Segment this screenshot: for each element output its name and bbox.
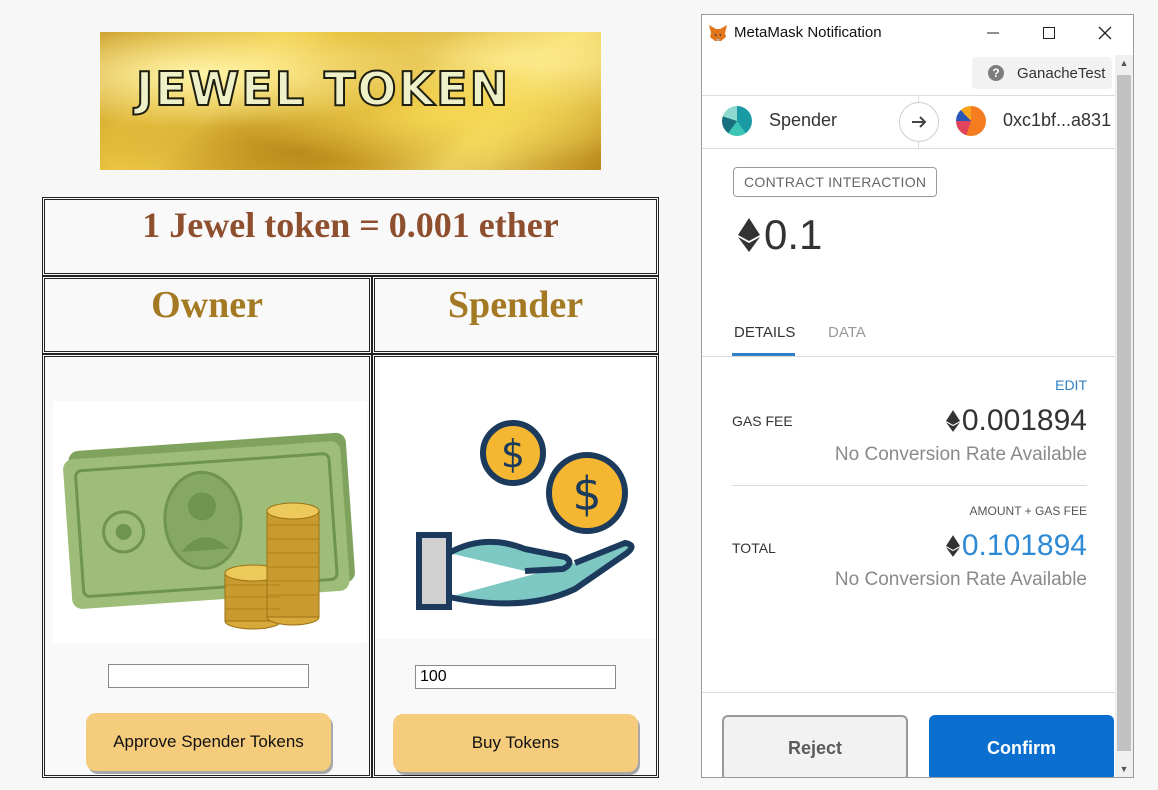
buy-tokens-button[interactable]: Buy Tokens xyxy=(393,714,638,772)
exchange-rate: 1 Jewel token = 0.001 ether xyxy=(142,205,559,245)
to-account-address: 0xc1bf...a831 xyxy=(1003,110,1112,130)
gas-fee-label: GAS FEE xyxy=(732,413,793,429)
spender-title: Spender xyxy=(447,284,584,326)
arrow-right-icon xyxy=(899,102,939,142)
total-label: TOTAL xyxy=(732,540,776,556)
ethereum-icon xyxy=(738,218,760,252)
banner-title: JEWEL TOKEN xyxy=(135,61,511,117)
scroll-down-icon[interactable]: ▼ xyxy=(1115,761,1133,777)
edit-gas-link[interactable]: EDIT xyxy=(1055,377,1087,393)
rate-cell: 1 Jewel token = 0.001 ether xyxy=(42,197,659,276)
owner-title: Owner xyxy=(151,284,263,326)
svg-text:$: $ xyxy=(501,432,525,476)
close-icon[interactable] xyxy=(1077,15,1133,51)
divider xyxy=(732,485,1087,486)
owner-amount-input[interactable] xyxy=(108,664,309,688)
help-icon: ? xyxy=(988,65,1004,81)
ethereum-icon xyxy=(945,410,960,432)
metamask-window: MetaMask Notification ? GanacheTest Spen… xyxy=(701,14,1134,778)
total-conversion: No Conversion Rate Available xyxy=(834,569,1087,590)
from-account-name: Spender xyxy=(769,110,838,130)
svg-text:$: $ xyxy=(572,467,601,521)
reject-button[interactable]: Reject xyxy=(722,715,908,777)
title-bar: MetaMask Notification xyxy=(702,15,1133,51)
approve-spender-tokens-button[interactable]: Approve Spender Tokens xyxy=(86,713,331,771)
tab-details[interactable]: DETAILS xyxy=(734,324,795,341)
network-selector[interactable]: ? GanacheTest xyxy=(972,57,1112,89)
gas-fee-conversion: No Conversion Rate Available xyxy=(834,444,1087,465)
transaction-amount: 0.1 xyxy=(738,211,822,259)
jewel-token-banner: JEWEL TOKEN xyxy=(100,32,601,170)
amount-plus-gas-caption: AMOUNT + GAS FEE xyxy=(969,504,1087,518)
account-row: Spender 0xc1bf...a831 xyxy=(702,95,1115,149)
contract-interaction-badge: CONTRACT INTERACTION xyxy=(733,167,938,197)
spender-body-cell: $ $ Buy Tokens xyxy=(372,354,659,778)
money-cash-image xyxy=(53,401,367,643)
gas-fee-value-row: 0.001894 xyxy=(945,404,1087,438)
confirm-button[interactable]: Confirm xyxy=(929,715,1114,777)
minimize-icon[interactable] xyxy=(965,15,1021,51)
window-title: MetaMask Notification xyxy=(734,24,882,41)
details-tabs: DETAILS DATA xyxy=(702,320,1115,357)
scrollbar[interactable]: ▲ ▼ xyxy=(1115,55,1133,777)
spender-header-cell: Spender xyxy=(372,276,659,354)
maximize-icon[interactable] xyxy=(1021,15,1077,51)
network-name: GanacheTest xyxy=(1017,65,1106,82)
owner-body-cell: Approve Spender Tokens xyxy=(42,354,372,778)
footer-divider xyxy=(702,692,1115,693)
scroll-thumb[interactable] xyxy=(1117,75,1131,751)
tab-data[interactable]: DATA xyxy=(828,324,866,341)
scroll-up-icon[interactable]: ▲ xyxy=(1115,55,1133,71)
to-avatar xyxy=(956,106,986,136)
amount-value: 0.1 xyxy=(764,211,823,258)
total-value-row: 0.101894 xyxy=(945,529,1087,563)
gas-fee-value: 0.001894 xyxy=(961,404,1087,437)
hand-coins-image: $ $ xyxy=(375,357,656,639)
owner-header-cell: Owner xyxy=(42,276,372,354)
spender-amount-input[interactable] xyxy=(415,665,616,689)
total-value: 0.101894 xyxy=(961,529,1087,562)
from-avatar xyxy=(722,106,752,136)
ethereum-icon xyxy=(945,535,960,557)
metamask-fox-icon xyxy=(708,23,728,48)
